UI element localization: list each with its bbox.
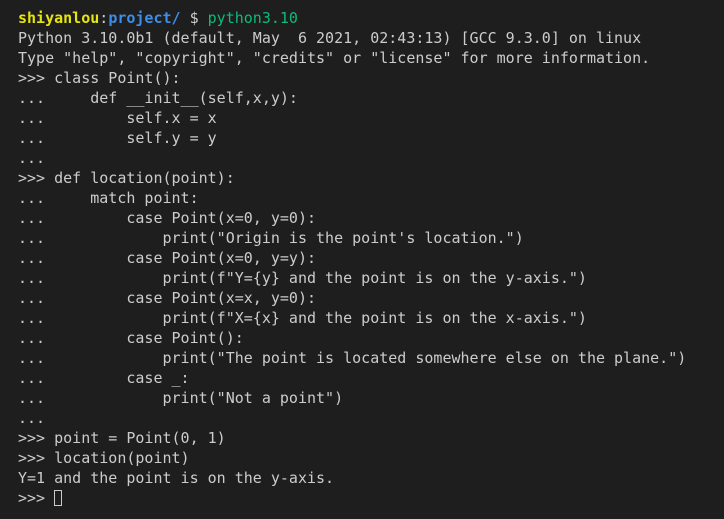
output-line: ... case Point(x=0, y=y): xyxy=(18,249,317,267)
output-line: Y=1 and the point is on the y-axis. xyxy=(18,469,335,487)
output-line: ... match point: xyxy=(18,189,199,207)
prompt-dollar: $ xyxy=(180,9,208,27)
output-line: ... self.y = y xyxy=(18,129,217,147)
output-line: ... xyxy=(18,409,46,427)
session-output: Python 3.10.0b1 (default, May 6 2021, 02… xyxy=(18,28,724,488)
text-cursor xyxy=(54,490,63,506)
prompt-user: shiyanlou xyxy=(18,9,100,27)
output-line: >>> class Point(): xyxy=(18,69,181,87)
repl-prompt: >>> xyxy=(18,489,55,507)
output-line: ... def __init__(self,x,y): xyxy=(18,89,298,107)
prompt-path: project/ xyxy=(108,9,181,27)
output-line: ... print("Not a point") xyxy=(18,389,344,407)
output-line: ... print(f"Y={y} and the point is on th… xyxy=(18,269,587,287)
output-line: ... print("Origin is the point's locatio… xyxy=(18,229,524,247)
output-line: ... case Point(): xyxy=(18,329,244,347)
output-line: Python 3.10.0b1 (default, May 6 2021, 02… xyxy=(18,29,642,47)
output-line: Type "help", "copyright", "credits" or "… xyxy=(18,49,651,67)
output-line: ... case _: xyxy=(18,369,190,387)
output-line: ... self.x = x xyxy=(18,109,217,127)
shell-prompt-line: shiyanlou:project/ $ python3.10 xyxy=(18,8,724,28)
output-line: >>> def location(point): xyxy=(18,169,235,187)
active-input-line[interactable]: >>> xyxy=(18,488,724,508)
output-line: >>> point = Point(0, 1) xyxy=(18,429,226,447)
terminal-window[interactable]: shiyanlou:project/ $ python3.10 Python 3… xyxy=(0,0,724,519)
output-line: ... print(f"X={x} and the point is on th… xyxy=(18,309,587,327)
prompt-command: python3.10 xyxy=(207,9,298,27)
output-line: ... case Point(x=x, y=0): xyxy=(18,289,317,307)
prompt-separator: : xyxy=(99,9,109,27)
output-line: ... case Point(x=0, y=0): xyxy=(18,209,317,227)
output-line: ... xyxy=(18,149,46,167)
output-line: ... print("The point is located somewher… xyxy=(18,349,687,367)
output-line: >>> location(point) xyxy=(18,449,190,467)
